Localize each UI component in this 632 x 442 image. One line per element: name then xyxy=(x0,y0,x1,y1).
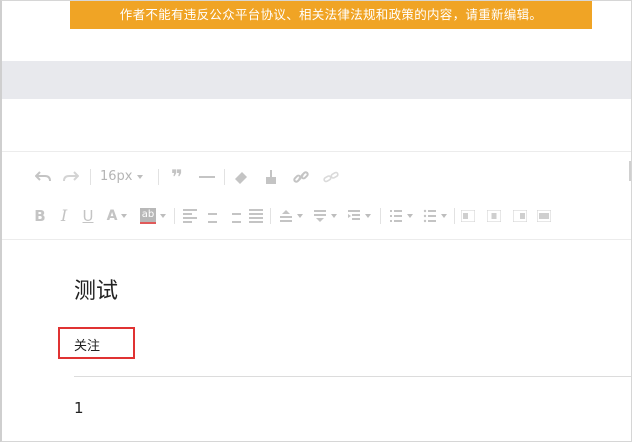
article-title[interactable]: 测试 xyxy=(74,273,118,305)
undo-icon[interactable] xyxy=(32,167,54,187)
toolbar-bottom-divider xyxy=(2,239,631,240)
eraser-icon[interactable] xyxy=(230,167,252,187)
quote-icon[interactable]: ❞ xyxy=(166,167,188,187)
font-size-value: 16px xyxy=(100,169,133,184)
content-divider xyxy=(74,376,631,377)
header-band xyxy=(2,61,631,99)
redo-icon[interactable] xyxy=(60,167,82,187)
toolbar-separator xyxy=(158,169,159,185)
font-size-select[interactable]: 16px xyxy=(100,167,152,187)
toolbar-separator xyxy=(90,169,91,185)
scrollbar[interactable] xyxy=(629,161,631,181)
unlink-icon[interactable] xyxy=(320,167,342,187)
ordered-list-select[interactable] xyxy=(386,206,416,226)
toolbar-separator xyxy=(270,208,271,224)
float-left-icon[interactable] xyxy=(458,206,478,226)
chevron-down-icon xyxy=(331,214,337,218)
toolbar-separator xyxy=(380,208,381,224)
editor-window: 作者不能有违反公众平台协议、相关法律法规和政策的内容，请重新编辑。 16px ❞ xyxy=(0,0,632,442)
bg-color-label: ab xyxy=(139,208,157,224)
body-paragraph[interactable]: 1 xyxy=(74,399,84,417)
chevron-down-icon xyxy=(297,214,303,218)
toolbar-separator xyxy=(224,169,225,185)
link-icon[interactable] xyxy=(290,167,312,187)
toolbar-separator xyxy=(174,208,175,224)
chevron-down-icon xyxy=(441,214,447,218)
format-brush-icon[interactable] xyxy=(260,167,282,187)
line-height-select[interactable] xyxy=(276,206,306,226)
indent-select[interactable] xyxy=(344,206,374,226)
chevron-down-icon xyxy=(365,214,371,218)
align-justify-icon[interactable] xyxy=(246,206,266,226)
background-color-button[interactable]: ab xyxy=(136,206,170,226)
underline-button[interactable]: U xyxy=(78,206,98,226)
align-left-icon[interactable] xyxy=(180,206,200,226)
follow-text[interactable]: 关注 xyxy=(74,335,100,354)
chevron-down-icon xyxy=(407,214,413,218)
chevron-down-icon xyxy=(136,175,143,179)
align-center-icon[interactable] xyxy=(202,206,222,226)
bold-button[interactable]: B xyxy=(30,206,50,226)
paragraph-spacing-select[interactable] xyxy=(310,206,340,226)
warning-banner: 作者不能有违反公众平台协议、相关法律法规和政策的内容，请重新编辑。 xyxy=(70,1,592,29)
align-right-icon[interactable] xyxy=(224,206,244,226)
float-right-icon[interactable] xyxy=(510,206,530,226)
float-none-icon[interactable] xyxy=(534,206,554,226)
chevron-down-icon xyxy=(160,214,167,218)
font-color-button[interactable]: A xyxy=(102,206,132,226)
toolbar-separator xyxy=(454,208,455,224)
chevron-down-icon xyxy=(121,214,128,218)
font-color-label: A xyxy=(106,208,118,224)
horizontal-rule-icon[interactable] xyxy=(196,167,218,187)
italic-button[interactable]: I xyxy=(54,206,74,226)
divider xyxy=(2,151,631,152)
float-center-icon[interactable] xyxy=(484,206,504,226)
unordered-list-select[interactable] xyxy=(420,206,450,226)
